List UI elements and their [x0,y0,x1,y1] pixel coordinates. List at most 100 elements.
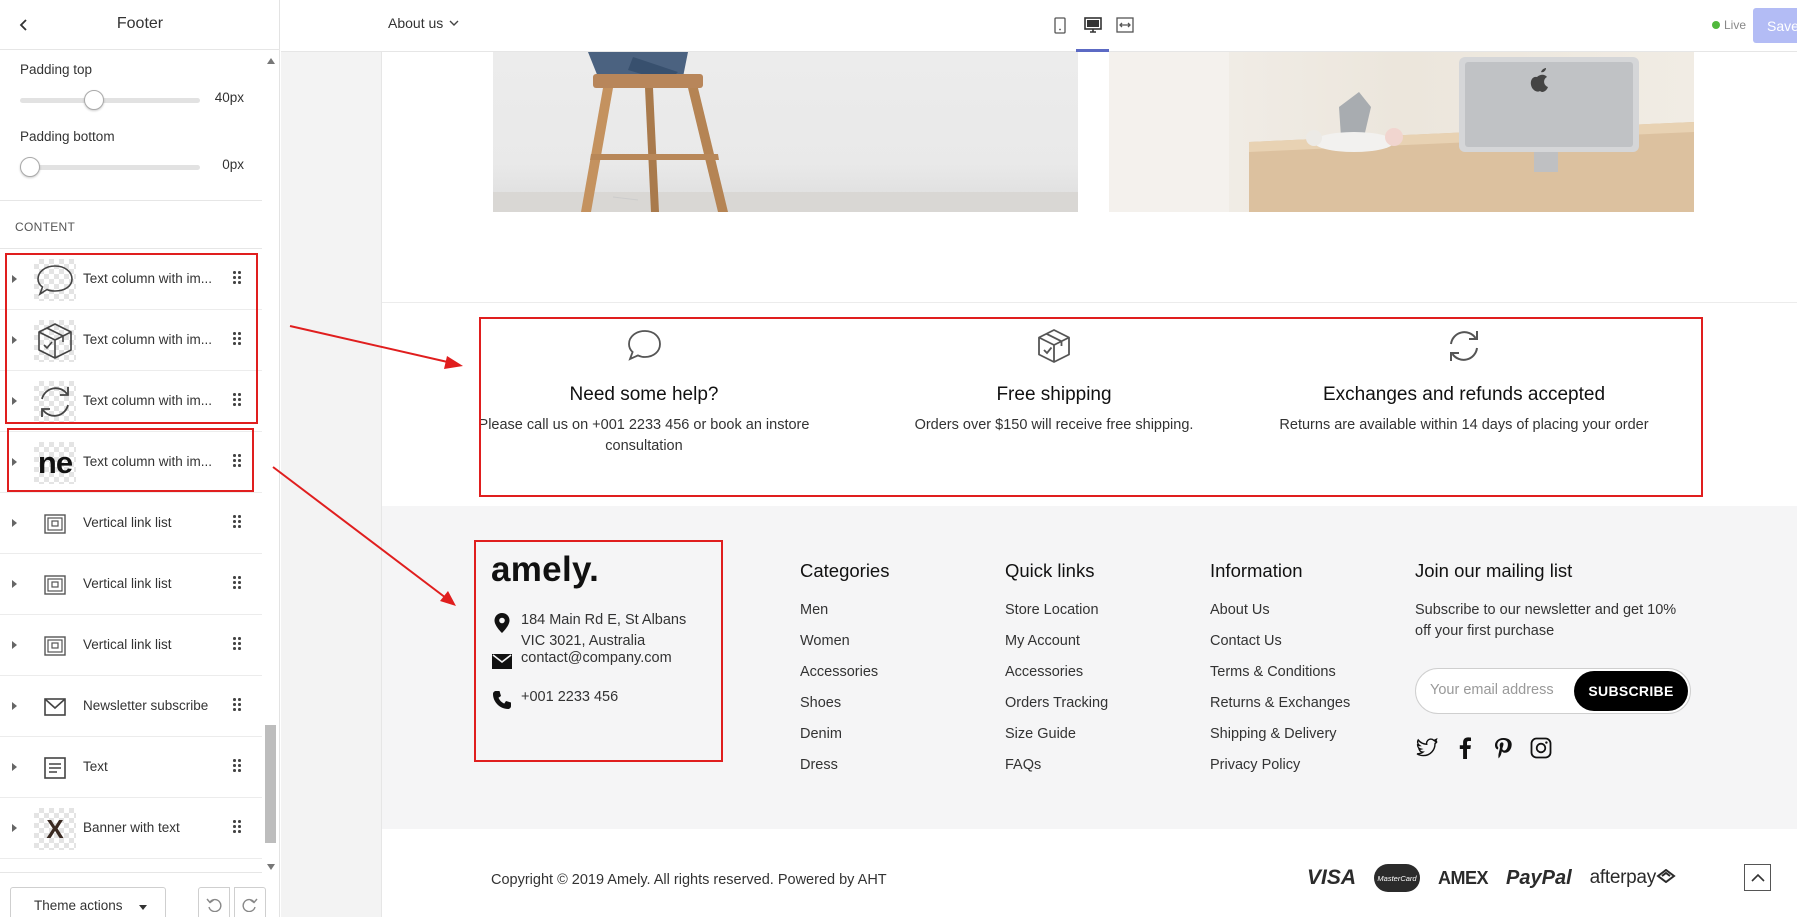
mobile-view-icon[interactable] [1048,14,1072,36]
block-text-column-2[interactable]: Text column with im... [0,310,262,371]
block-label: Text column with im... [83,332,213,347]
expand-caret-icon[interactable] [12,336,17,344]
block-label: Text column with im... [83,393,213,408]
expand-caret-icon[interactable] [12,824,17,832]
sidebar-scrollbar[interactable] [264,52,278,872]
footer-link[interactable]: Size Guide [1005,724,1108,755]
footer-link[interactable]: Orders Tracking [1005,693,1108,724]
theme-editor: Footer Padding top 40px Padding bottom 0… [0,0,1797,917]
expand-caret-icon[interactable] [12,397,17,405]
padding-bottom-setting: Padding bottom 0px [20,129,250,177]
chair-photo [493,52,1078,212]
package-box-icon [34,320,76,362]
expand-caret-icon[interactable] [12,580,17,588]
expand-caret-icon[interactable] [12,702,17,710]
block-vertical-link-list-1[interactable]: Vertical link list [0,493,262,554]
drag-handle-icon[interactable] [233,820,241,834]
footer-link[interactable]: FAQs [1005,755,1108,786]
scroll-up-arrow-icon[interactable] [267,58,275,64]
footer-link[interactable]: Dress [800,755,889,786]
sidebar-title: Footer [116,15,164,32]
chevron-up-icon [1750,873,1765,882]
footer-link[interactable]: My Account [1005,631,1108,662]
footer-link[interactable]: Shipping & Delivery [1210,724,1350,755]
slider-track[interactable] [20,165,200,170]
text-image-thumbnail: ne [34,442,76,484]
drag-handle-icon[interactable] [233,698,241,712]
store-logo[interactable]: amely. [491,550,599,590]
drag-handle-icon[interactable] [233,637,241,651]
drag-handle-icon[interactable] [233,332,241,346]
instagram-icon[interactable] [1529,736,1553,760]
block-banner-with-text[interactable]: X Banner with text [0,798,262,859]
expand-caret-icon[interactable] [12,519,17,527]
footer-link[interactable]: Shoes [800,693,889,724]
drag-handle-icon[interactable] [233,759,241,773]
drag-handle-icon[interactable] [233,454,241,468]
preview-page: Need some help? Please call us on +001 2… [381,52,1797,917]
padding-bottom-slider[interactable] [20,157,200,177]
footer-link[interactable]: Denim [800,724,889,755]
fullscreen-view-icon[interactable] [1113,14,1137,36]
page-selector[interactable]: About us [388,15,459,31]
store-preview: Need some help? Please call us on +001 2… [281,52,1797,917]
payment-methods: VISA MasterCard AMEX PayPal afterpay [1307,864,1676,892]
column-title: Information [1210,560,1303,581]
mastercard-logo: MasterCard [1374,864,1421,892]
pinterest-icon[interactable] [1491,736,1515,760]
speech-bubble-icon [624,326,664,366]
feature-text: Please call us on +001 2233 456 or book … [478,417,810,454]
drag-handle-icon[interactable] [233,576,241,590]
block-text-column-4[interactable]: ne Text column with im... [0,432,262,493]
sidebar-scroll-area: Padding top 40px Padding bottom 0px CONT… [0,52,262,872]
block-text-column-3[interactable]: Text column with im... [0,371,262,432]
block-text[interactable]: Text [0,737,262,798]
footer-link[interactable]: Terms & Conditions [1210,662,1350,693]
block-newsletter-subscribe[interactable]: Newsletter subscribe [0,676,262,737]
section-divider [0,200,262,201]
expand-caret-icon[interactable] [12,458,17,466]
subscribe-button[interactable]: SUBSCRIBE [1574,671,1688,711]
block-text-column-1[interactable]: Text column with im... [0,249,262,310]
footer-link[interactable]: Store Location [1005,600,1108,631]
back-to-top-button[interactable] [1744,864,1771,891]
drag-handle-icon[interactable] [233,393,241,407]
footer-link[interactable]: Privacy Policy [1210,755,1350,786]
footer-link[interactable]: Returns & Exchanges [1210,693,1350,724]
desktop-view-icon[interactable] [1081,14,1105,36]
refresh-arrows-icon [34,381,76,423]
slider-handle[interactable] [20,157,40,177]
theme-actions-button[interactable]: Theme actions [10,887,166,917]
undo-button[interactable] [198,887,230,917]
scrollbar-thumb[interactable] [265,725,276,843]
block-vertical-link-list-3[interactable]: Vertical link list [0,615,262,676]
editor-sidebar: Footer Padding top 40px Padding bottom 0… [0,0,280,917]
padding-top-slider[interactable] [20,90,200,110]
footer-link[interactable]: About Us [1210,600,1350,631]
footer-link[interactable]: Accessories [1005,662,1108,693]
footer-link[interactable]: Accessories [800,662,889,693]
expand-caret-icon[interactable] [12,641,17,649]
email-link[interactable]: contact@company.com [521,648,721,669]
sidebar-footer: Theme actions [0,872,266,917]
save-button[interactable]: Save [1753,8,1797,43]
email-input[interactable] [1430,682,1570,698]
footer-column-categories: Categories Men Women Accessories Shoes D… [800,560,889,786]
facebook-icon[interactable] [1453,736,1477,760]
redo-button[interactable] [234,887,266,917]
footer-link[interactable]: Men [800,600,889,631]
link-list-icon [34,503,76,545]
scroll-down-arrow-icon[interactable] [267,864,275,870]
footer-link[interactable]: Contact Us [1210,631,1350,662]
block-vertical-link-list-2[interactable]: Vertical link list [0,554,262,615]
slider-track[interactable] [20,98,200,103]
drag-handle-icon[interactable] [233,515,241,529]
expand-caret-icon[interactable] [12,275,17,283]
expand-caret-icon[interactable] [12,763,17,771]
twitter-icon[interactable] [1415,736,1439,760]
padding-top-setting: Padding top 40px [20,62,250,110]
slider-handle[interactable] [84,90,104,110]
address-line-1: 184 Main Rd E, St Albans [521,612,687,628]
drag-handle-icon[interactable] [233,271,241,285]
footer-link[interactable]: Women [800,631,889,662]
